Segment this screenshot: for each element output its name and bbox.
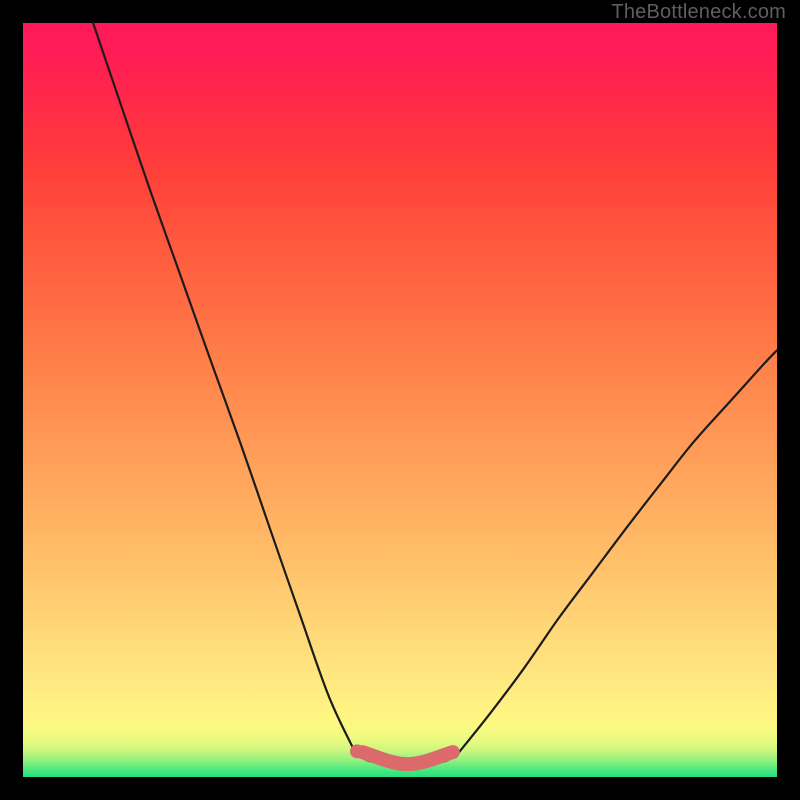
watermark-text: TheBottleneck.com (611, 1, 786, 24)
curve-layer (23, 23, 777, 777)
curve-right-arm (457, 350, 777, 754)
plot-area (23, 23, 777, 777)
minimum-bump (362, 752, 452, 764)
curve-left-arm (93, 23, 356, 754)
chart-frame: TheBottleneck.com (0, 0, 800, 800)
left-endpoint-marker (350, 744, 364, 758)
